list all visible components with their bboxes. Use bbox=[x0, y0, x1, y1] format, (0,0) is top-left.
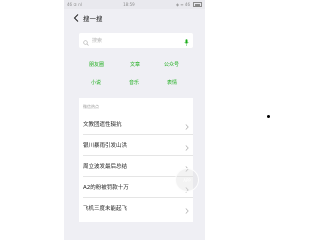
chevron-right-icon bbox=[185, 199, 189, 218]
category-music[interactable]: 音乐 bbox=[129, 79, 139, 86]
trending-item[interactable]: 飞机三度未能起飞 bbox=[79, 198, 193, 218]
trending-panel: 微信热点 文教团遗性辍抗 银川暴雨引发山洪 周立波发最后总结 A2的粉被罚款十万… bbox=[79, 98, 193, 222]
status-bar: 46 ② nl 18:59 ◈ ≡ 46 bbox=[64, 0, 205, 9]
status-right-text: ◈ ≡ 46 bbox=[175, 2, 190, 7]
chevron-right-icon bbox=[185, 115, 189, 134]
trending-item[interactable]: 银川暴雨引发山洪 bbox=[79, 135, 193, 155]
trending-item-label: 银川暴雨引发山洪 bbox=[83, 143, 128, 149]
status-left: 46 ② nl bbox=[67, 2, 82, 7]
search-input[interactable]: 搜索 bbox=[79, 33, 193, 48]
nav-bar: 搜一搜 bbox=[64, 9, 205, 26]
chevron-right-icon bbox=[185, 136, 189, 155]
category-official-accounts[interactable]: 公众号 bbox=[164, 61, 179, 68]
status-time: 18:59 bbox=[123, 2, 135, 7]
trending-item-label: A2的粉被罚款十万 bbox=[83, 185, 129, 191]
trending-item-label: 文教团遗性辍抗 bbox=[83, 122, 122, 128]
phone-screen: 46 ② nl 18:59 ◈ ≡ 46 搜一搜 搜索 朋友圈 文章 公众号 小… bbox=[64, 0, 205, 240]
trending-item-label: 飞机三度未能起飞 bbox=[83, 206, 128, 212]
trending-heading: 微信热点 bbox=[83, 104, 99, 109]
page-title: 搜一搜 bbox=[83, 14, 103, 23]
category-moments[interactable]: 朋友圈 bbox=[89, 61, 104, 68]
search-icon bbox=[83, 31, 89, 50]
category-novels[interactable]: 小说 bbox=[91, 79, 101, 86]
microphone-icon[interactable] bbox=[184, 31, 189, 50]
watermark-logo: APP bbox=[175, 168, 199, 192]
battery-icon bbox=[193, 2, 202, 7]
status-right: ◈ ≡ 46 bbox=[176, 2, 202, 7]
watermark-text: APP bbox=[183, 177, 191, 183]
edge-dot bbox=[267, 115, 270, 118]
category-stickers[interactable]: 表情 bbox=[167, 79, 177, 86]
trending-item-label: 周立波发最后总结 bbox=[83, 164, 128, 170]
search-placeholder: 搜索 bbox=[92, 38, 103, 44]
category-articles[interactable]: 文章 bbox=[130, 61, 140, 68]
back-arrow-icon[interactable] bbox=[71, 13, 81, 23]
trending-item[interactable]: 文教团遗性辍抗 bbox=[79, 114, 193, 134]
